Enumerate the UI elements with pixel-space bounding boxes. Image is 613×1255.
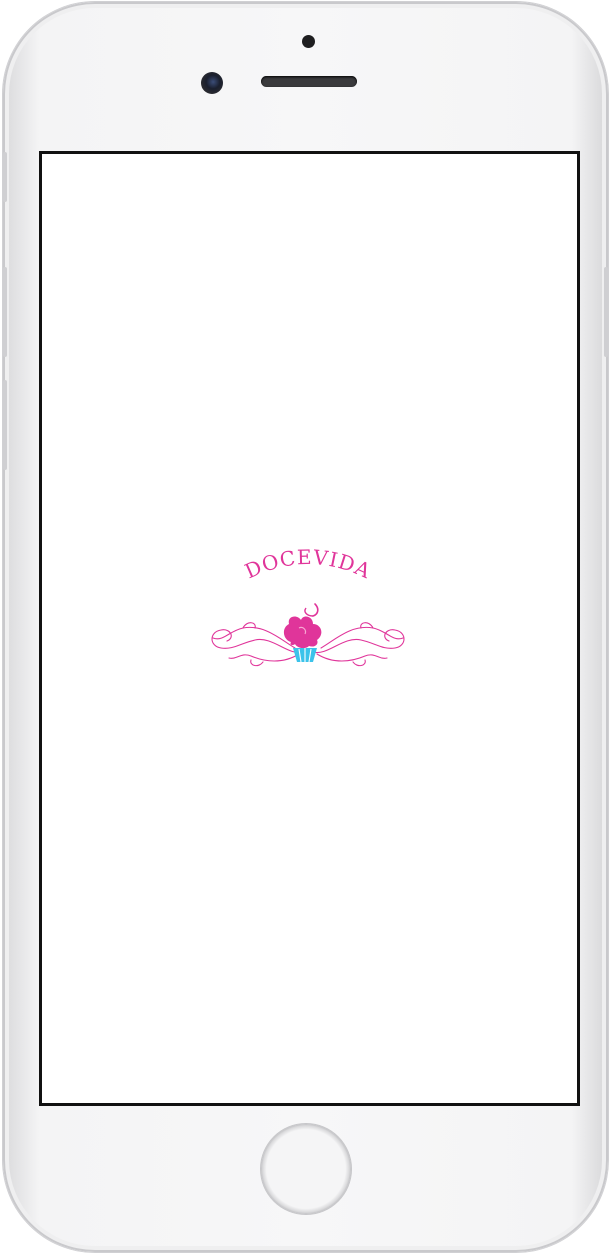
proximity-sensor	[302, 35, 315, 48]
brand-name-text: DOCEVIDA	[241, 545, 375, 583]
right-swirl-ornament	[312, 622, 405, 667]
app-screen: DOCEVIDA	[39, 151, 580, 1106]
phone-device-frame: DOCEVIDA	[3, 2, 608, 1252]
brand-logo: DOCEVIDA	[211, 545, 405, 667]
volume-down-button	[3, 380, 7, 470]
volume-up-button	[3, 267, 7, 357]
power-button	[604, 267, 608, 357]
mute-switch	[3, 152, 7, 202]
home-button[interactable]	[261, 1124, 351, 1214]
front-camera-icon	[201, 72, 223, 94]
cupcake-icon	[283, 603, 322, 663]
earpiece-speaker	[261, 76, 357, 87]
